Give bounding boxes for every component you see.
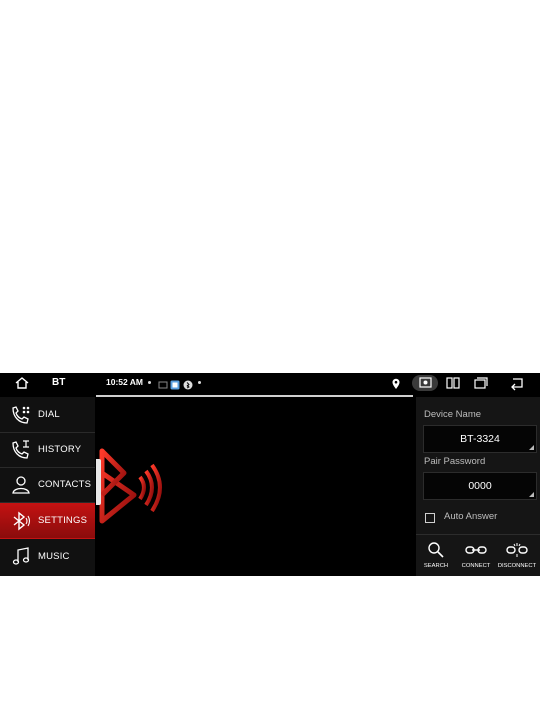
search-label: SEARCH (423, 563, 449, 569)
back-icon[interactable] (507, 375, 527, 391)
main-content (96, 398, 413, 576)
location-icon (391, 377, 401, 389)
bluetooth-icon (10, 510, 32, 532)
pair-password-label: Pair Password (424, 456, 486, 467)
recent-apps-icon[interactable] (471, 375, 491, 391)
pair-password-field[interactable]: 0000 (423, 472, 537, 500)
media-notification-icon (158, 377, 168, 389)
home-icon[interactable] (14, 375, 30, 391)
sidebar-item-label: DIAL (38, 409, 60, 420)
disconnect-label: DISCONNECT (497, 563, 537, 569)
auto-answer-label: Auto Answer (444, 511, 498, 522)
clock-time: 10:52 AM (106, 377, 144, 387)
notification-dot-icon (148, 381, 151, 384)
photo-notification-icon (170, 377, 180, 390)
call-history-icon (10, 439, 32, 461)
sidebar-item-label: SETTINGS (38, 515, 88, 526)
auto-answer-checkbox[interactable] (425, 513, 435, 523)
sidebar-item-label: MUSIC (38, 551, 70, 562)
sidebar-item-label: CONTACTS (38, 479, 92, 490)
sidebar-item-contacts[interactable]: CONTACTS (0, 467, 95, 503)
top-divider-bar (96, 395, 413, 397)
edit-corner-icon (529, 492, 534, 497)
phone-dialpad-icon (10, 404, 32, 426)
disconnect-icon (506, 543, 528, 557)
sidebar-item-music[interactable]: MUSIC (0, 539, 95, 574)
status-bar: BT 10:52 AM (0, 373, 540, 393)
disconnect-button[interactable]: DISCONNECT (497, 539, 537, 573)
sidebar-item-settings[interactable]: SETTINGS (0, 503, 95, 539)
app-title: BT (52, 377, 66, 388)
drawer-handle[interactable] (96, 459, 101, 505)
connect-button[interactable]: CONNECT (456, 539, 496, 573)
connect-icon (465, 546, 487, 554)
edit-corner-icon (529, 445, 534, 450)
settings-notification-icon (183, 377, 193, 390)
panel-divider (416, 534, 540, 535)
device-name-value: BT-3324 (460, 433, 500, 445)
contacts-icon (10, 474, 32, 496)
bt-settings-panel: Device Name BT-3324 Pair Password 0000 A… (416, 397, 540, 576)
pair-password-value: 0000 (468, 480, 492, 492)
device-name-label: Device Name (424, 409, 482, 420)
sidebar-nav: DIAL HISTORY CONTACTS SETTINGS MUSIC (0, 397, 95, 576)
search-icon (428, 542, 444, 558)
device-name-field[interactable]: BT-3324 (423, 425, 537, 453)
music-icon (10, 546, 32, 568)
head-unit-screen: BT 10:52 AM DIAL HISTORY CONTACTS SETTIN… (0, 373, 540, 576)
connect-label: CONNECT (461, 563, 491, 569)
split-screen-icon[interactable] (443, 375, 463, 391)
sidebar-item-dial[interactable]: DIAL (0, 397, 95, 433)
search-button[interactable]: SEARCH (416, 539, 456, 573)
sidebar-item-history[interactable]: HISTORY (0, 432, 95, 468)
notification-dot-icon (198, 381, 201, 384)
bluetooth-logo-icon (96, 443, 166, 543)
screenshot-icon[interactable] (412, 375, 438, 391)
sidebar-item-label: HISTORY (38, 444, 82, 455)
